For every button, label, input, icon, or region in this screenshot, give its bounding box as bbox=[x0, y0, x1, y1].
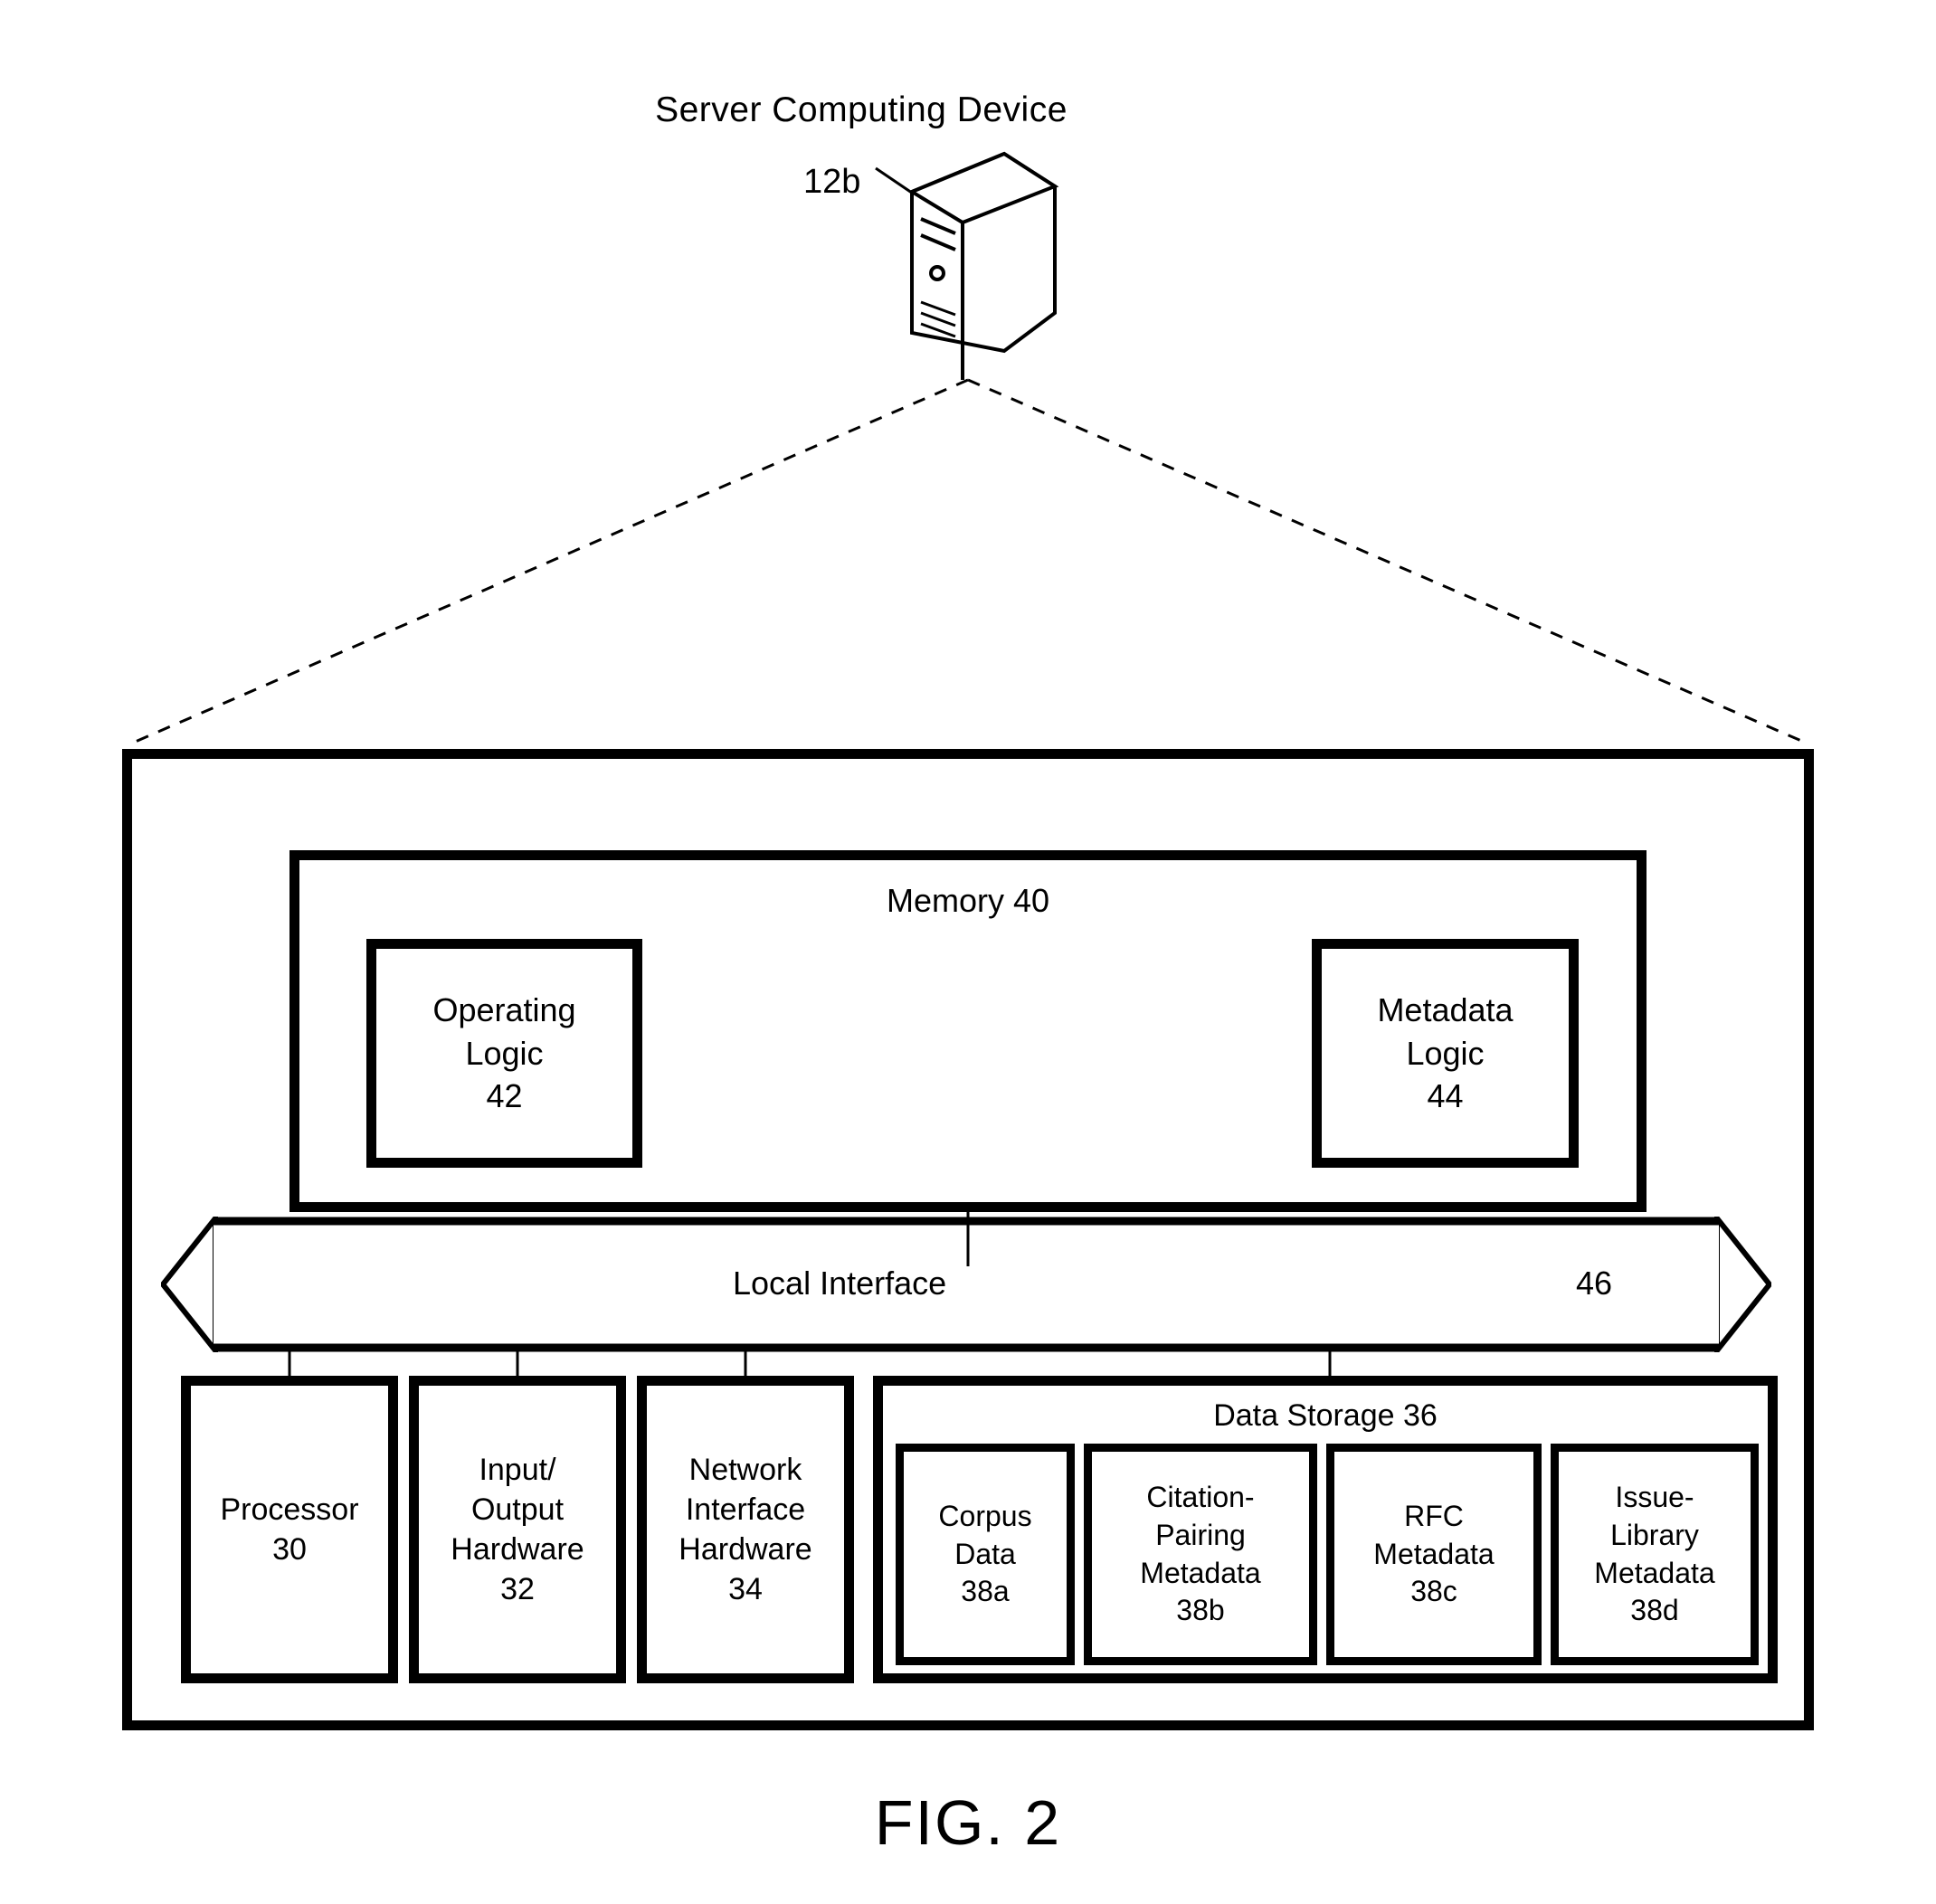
citation-pairing-ref: 38b bbox=[1176, 1594, 1225, 1627]
local-interface-label: Local Interface bbox=[733, 1265, 947, 1302]
network-interface-hardware-block: Network Interface Hardware 34 bbox=[637, 1376, 854, 1683]
memory-title: Memory 40 bbox=[886, 882, 1050, 919]
input-output-hardware-block: Input/ Output Hardware 32 bbox=[409, 1376, 626, 1683]
reference-numeral-12b: 12b bbox=[803, 163, 861, 201]
rfc-metadata-store: RFC Metadata 38c bbox=[1326, 1444, 1542, 1665]
io-ref: 32 bbox=[500, 1572, 535, 1607]
figure-canvas: Server Computing Device 12b Memory 40 Op… bbox=[0, 0, 1936, 1904]
citation-pairing-line-3: Metadata bbox=[1140, 1556, 1261, 1589]
operating-logic-block: Operating Logic 42 bbox=[366, 939, 642, 1168]
local-interface-bus bbox=[161, 1217, 1771, 1352]
citation-pairing-line-1: Citation- bbox=[1146, 1481, 1255, 1514]
metadata-logic-line-2: Logic bbox=[1406, 1034, 1485, 1072]
operating-logic-line-2: Logic bbox=[465, 1034, 544, 1072]
rfc-metadata-line-1: RFC bbox=[1404, 1500, 1464, 1533]
data-storage-title: Data Storage 36 bbox=[1213, 1398, 1438, 1433]
issue-library-line-2: Library bbox=[1610, 1518, 1699, 1551]
server-computing-device-title: Server Computing Device bbox=[0, 90, 1936, 130]
citation-pairing-metadata-store: Citation- Pairing Metadata 38b bbox=[1084, 1444, 1317, 1665]
corpus-data-line-1: Corpus bbox=[938, 1500, 1032, 1533]
metadata-logic-line-1: Metadata bbox=[1377, 991, 1514, 1029]
corpus-data-line-2: Data bbox=[954, 1537, 1016, 1570]
network-line-3: Hardware bbox=[679, 1532, 812, 1567]
processor-block: Processor 30 bbox=[181, 1376, 398, 1683]
issue-library-line-3: Metadata bbox=[1594, 1556, 1715, 1589]
processor-line-1: Processor bbox=[220, 1492, 359, 1527]
metadata-logic-ref: 44 bbox=[1427, 1077, 1464, 1115]
io-line-1: Input/ bbox=[479, 1452, 556, 1487]
citation-pairing-line-2: Pairing bbox=[1155, 1518, 1246, 1551]
network-line-1: Network bbox=[688, 1452, 802, 1487]
metadata-logic-block: Metadata Logic 44 bbox=[1312, 939, 1579, 1168]
network-ref: 34 bbox=[728, 1572, 763, 1607]
processor-ref: 30 bbox=[272, 1532, 307, 1567]
issue-library-line-1: Issue- bbox=[1615, 1481, 1694, 1514]
operating-logic-line-1: Operating bbox=[432, 991, 576, 1029]
local-interface-ref: 46 bbox=[1576, 1265, 1613, 1302]
io-line-2: Output bbox=[470, 1492, 565, 1527]
corpus-data-store: Corpus Data 38a bbox=[896, 1444, 1075, 1665]
server-tower-icon bbox=[875, 151, 1059, 380]
figure-caption: FIG. 2 bbox=[874, 1787, 1062, 1858]
io-line-3: Hardware bbox=[451, 1532, 584, 1567]
rfc-metadata-line-2: Metadata bbox=[1373, 1537, 1495, 1570]
corpus-data-ref: 38a bbox=[961, 1575, 1010, 1608]
network-line-2: Interface bbox=[685, 1492, 806, 1527]
issue-library-ref: 38d bbox=[1630, 1594, 1679, 1627]
server-computing-device-label: Server Computing Device bbox=[655, 90, 1068, 129]
issue-library-metadata-store: Issue- Library Metadata 38d bbox=[1551, 1444, 1759, 1665]
operating-logic-ref: 42 bbox=[486, 1077, 523, 1115]
rfc-metadata-ref: 38c bbox=[1410, 1575, 1457, 1608]
